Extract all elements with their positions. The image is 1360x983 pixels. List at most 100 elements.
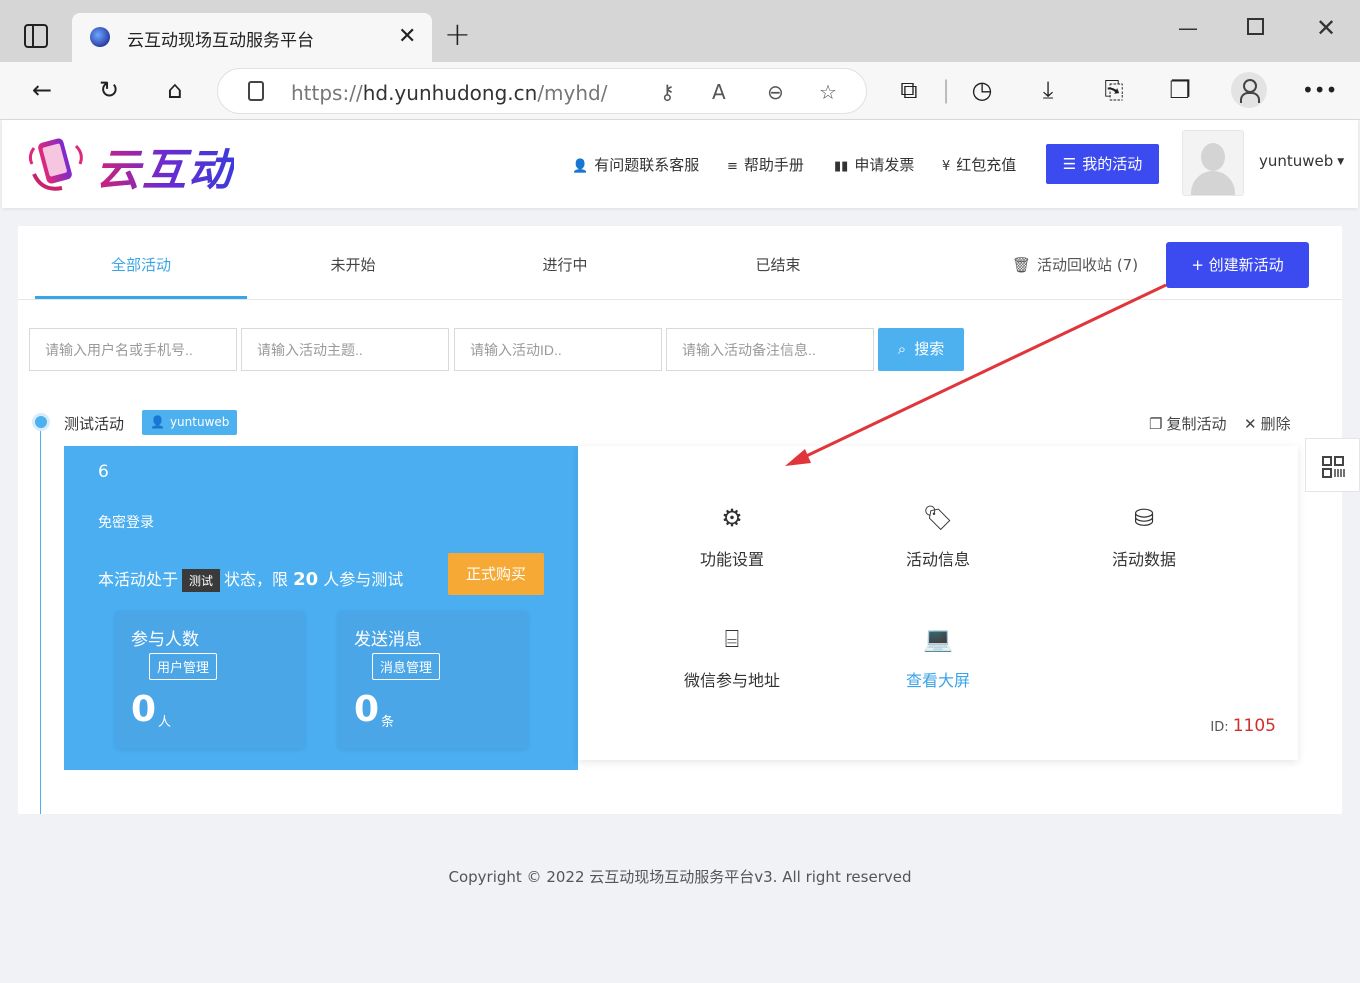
test-badge: 测试 xyxy=(182,569,221,592)
active-tab-indicator xyxy=(35,296,247,299)
footer-copyright: Copyright © 2022 云互动现场互动服务平台v3. All righ… xyxy=(448,868,912,886)
messages-stat: 发送消息 消息管理 0 条 xyxy=(338,611,528,749)
delete-activity-link[interactable]: ✕ 删除 xyxy=(1244,413,1291,434)
stat-title: 参与人数 xyxy=(131,630,199,650)
timeline-line xyxy=(40,422,41,814)
stat-unit: 人 xyxy=(158,715,172,730)
message-management-link[interactable]: 消息管理 xyxy=(372,653,441,680)
owner-tag: 👤 yuntuweb xyxy=(142,410,238,435)
history-icon[interactable]: ◷ xyxy=(966,76,998,104)
username-dropdown[interactable]: yuntuweb ▼ xyxy=(1259,152,1344,170)
database-icon: ⛁ xyxy=(1133,504,1155,532)
main-panel: 全部活动 未开始 进行中 已结束 🗑活动回收站 (7) + 创建新活动 ⌕搜索 … xyxy=(18,226,1342,814)
zoom-out-icon[interactable]: ⊖ xyxy=(767,80,784,104)
timeline-dot xyxy=(32,413,50,431)
my-activity-button[interactable]: ☰ 我的活动 xyxy=(1046,144,1159,184)
favorite-add-icon[interactable]: ☆ xyxy=(819,80,837,104)
activity-status: 本活动处于 测试 状态，限 20 人参与测试 xyxy=(98,569,404,592)
activity-data-button[interactable]: ⛁ 活动数据 xyxy=(1074,504,1214,570)
function-settings-button[interactable]: ⚙ 功能设置 xyxy=(662,504,802,570)
nav-invoice[interactable]: ▮▮ 申请发票 xyxy=(834,154,914,175)
note-search-input[interactable] xyxy=(666,328,874,371)
topic-search-input[interactable] xyxy=(241,328,449,371)
close-icon: ✕ xyxy=(1244,415,1257,433)
user-management-link[interactable]: 用户管理 xyxy=(149,653,218,680)
create-activity-button[interactable]: + 创建新活动 xyxy=(1166,242,1309,288)
tab-ended[interactable]: 已结束 xyxy=(672,254,884,275)
stat-value: 0 xyxy=(354,689,380,730)
yen-icon: ¥ xyxy=(942,159,951,174)
caret-down-icon: ▼ xyxy=(1337,156,1345,167)
url-text: https://hd.yunhudong.cn/myhd/ xyxy=(291,81,608,105)
list-icon: ≡ xyxy=(727,159,738,174)
tab-all[interactable]: 全部活动 xyxy=(35,254,247,275)
nav-contact-support[interactable]: 👤 有问题联系客服 xyxy=(572,154,699,175)
qr-icon xyxy=(1322,456,1345,478)
nav-help-manual[interactable]: ≡ 帮助手册 xyxy=(727,154,804,175)
recycle-bin-link[interactable]: 🗑 活动回收站 (7) xyxy=(1012,254,1138,275)
copy-activity-link[interactable]: ❐ 复制活动 xyxy=(1149,413,1226,434)
activity-tabs: 全部活动 未开始 进行中 已结束 🗑 活动回收站 (7) + 创建新活动 xyxy=(18,226,1342,300)
browser-toolbar: ← ↻ ⌂ https://hd.yunhudong.cn/myhd/ ⚷ A … xyxy=(0,62,1360,120)
toolbar-divider: | xyxy=(941,76,951,104)
list-icon: ☰ xyxy=(1062,155,1077,173)
home-icon[interactable]: ⌂ xyxy=(159,76,191,104)
close-tab-icon[interactable]: ✕ xyxy=(398,24,416,49)
tab-not-started[interactable]: 未开始 xyxy=(247,254,459,275)
copy-icon: ❐ xyxy=(1149,415,1163,433)
search-button[interactable]: ⌕ 搜索 xyxy=(878,328,964,371)
username-search-input[interactable] xyxy=(29,328,237,371)
browser-tab[interactable]: 云互动现场互动服务平台 ✕ xyxy=(72,13,432,62)
login-mode: 免密登录 xyxy=(98,515,154,531)
view-big-screen-button[interactable]: 💻 查看大屏 xyxy=(868,625,1008,691)
laptop-icon: 💻 xyxy=(923,625,953,653)
browser-tab-bar: 云互动现场互动服务平台 ✕ + — ✕ xyxy=(0,0,1360,62)
collections-icon[interactable]: ❐ xyxy=(1164,76,1196,104)
back-icon[interactable]: ← xyxy=(26,76,58,104)
nav-recharge[interactable]: ¥ 红包充值 xyxy=(942,154,1016,175)
close-window-icon[interactable]: ✕ xyxy=(1316,14,1336,42)
activity-number: 6 xyxy=(98,462,109,482)
scan-icon: ⌸ xyxy=(724,625,740,653)
minimize-icon[interactable]: — xyxy=(1178,16,1198,40)
logo-text[interactable]: 云互动 xyxy=(96,134,234,198)
trash-icon: 🗑 xyxy=(1012,256,1032,274)
activity-id: ID: 1105 xyxy=(1210,716,1276,736)
logo-phone-icon xyxy=(28,138,83,191)
wechat-url-button[interactable]: ⌸ 微信参与地址 xyxy=(662,625,802,691)
profile-icon[interactable] xyxy=(1231,72,1267,108)
new-tab-icon[interactable]: + xyxy=(444,18,471,50)
tab-actions-icon[interactable] xyxy=(24,24,48,48)
activity-summary-card: 6 免密登录 本活动处于 测试 状态，限 20 人参与测试 正式购买 参与人数 用户… xyxy=(64,446,578,770)
id-search-input[interactable] xyxy=(454,328,662,371)
extensions-icon[interactable]: ⧉ xyxy=(893,76,925,104)
lock-icon[interactable] xyxy=(248,81,264,101)
stat-value: 0 xyxy=(131,689,157,730)
favicon-icon xyxy=(90,27,110,47)
tab-in-progress[interactable]: 进行中 xyxy=(459,254,671,275)
activity-info-button[interactable]: 🏷 活动信息 xyxy=(868,504,1008,570)
user-icon: 👤 xyxy=(150,415,165,429)
read-aloud-icon[interactable]: A xyxy=(712,80,726,104)
web-capture-icon[interactable]: ⎘ xyxy=(1098,76,1130,104)
activity-functions-card: ⚙ 功能设置 🏷 活动信息 ⛁ 活动数据 ⌸ 微信参与地址 💻 查看大屏 ID: 1105 xyxy=(578,446,1298,760)
maximize-icon[interactable] xyxy=(1247,18,1264,35)
avatar[interactable] xyxy=(1182,130,1244,196)
purchase-button[interactable]: 正式购买 xyxy=(448,553,544,595)
participants-stat: 参与人数 用户管理 0 人 xyxy=(115,611,305,749)
address-bar[interactable]: https://hd.yunhudong.cn/myhd/ ⚷ A ⊖ ☆ xyxy=(217,68,867,114)
barcode-icon: ▮▮ xyxy=(834,159,849,174)
refresh-icon[interactable]: ↻ xyxy=(93,76,125,104)
tab-title: 云互动现场互动服务平台 xyxy=(127,31,314,51)
gear-icon: ⚙ xyxy=(721,504,743,532)
download-icon[interactable]: ⤓ xyxy=(1032,76,1064,104)
key-icon[interactable]: ⚷ xyxy=(660,80,675,104)
user-plus-icon: 👤 xyxy=(572,159,589,174)
search-icon: ⌕ xyxy=(897,340,907,358)
site-header: 云互动 👤 有问题联系客服 ≡ 帮助手册 ▮▮ 申请发票 ¥ 红包充值 ☰ 我的活动 yu… xyxy=(2,120,1358,208)
tag-icon: 🏷 xyxy=(922,504,954,532)
qr-code-button[interactable] xyxy=(1305,438,1360,492)
more-icon[interactable]: ••• xyxy=(1302,76,1337,104)
activity-name[interactable]: 测试活动 xyxy=(64,413,124,434)
stat-title: 发送消息 xyxy=(354,630,422,650)
